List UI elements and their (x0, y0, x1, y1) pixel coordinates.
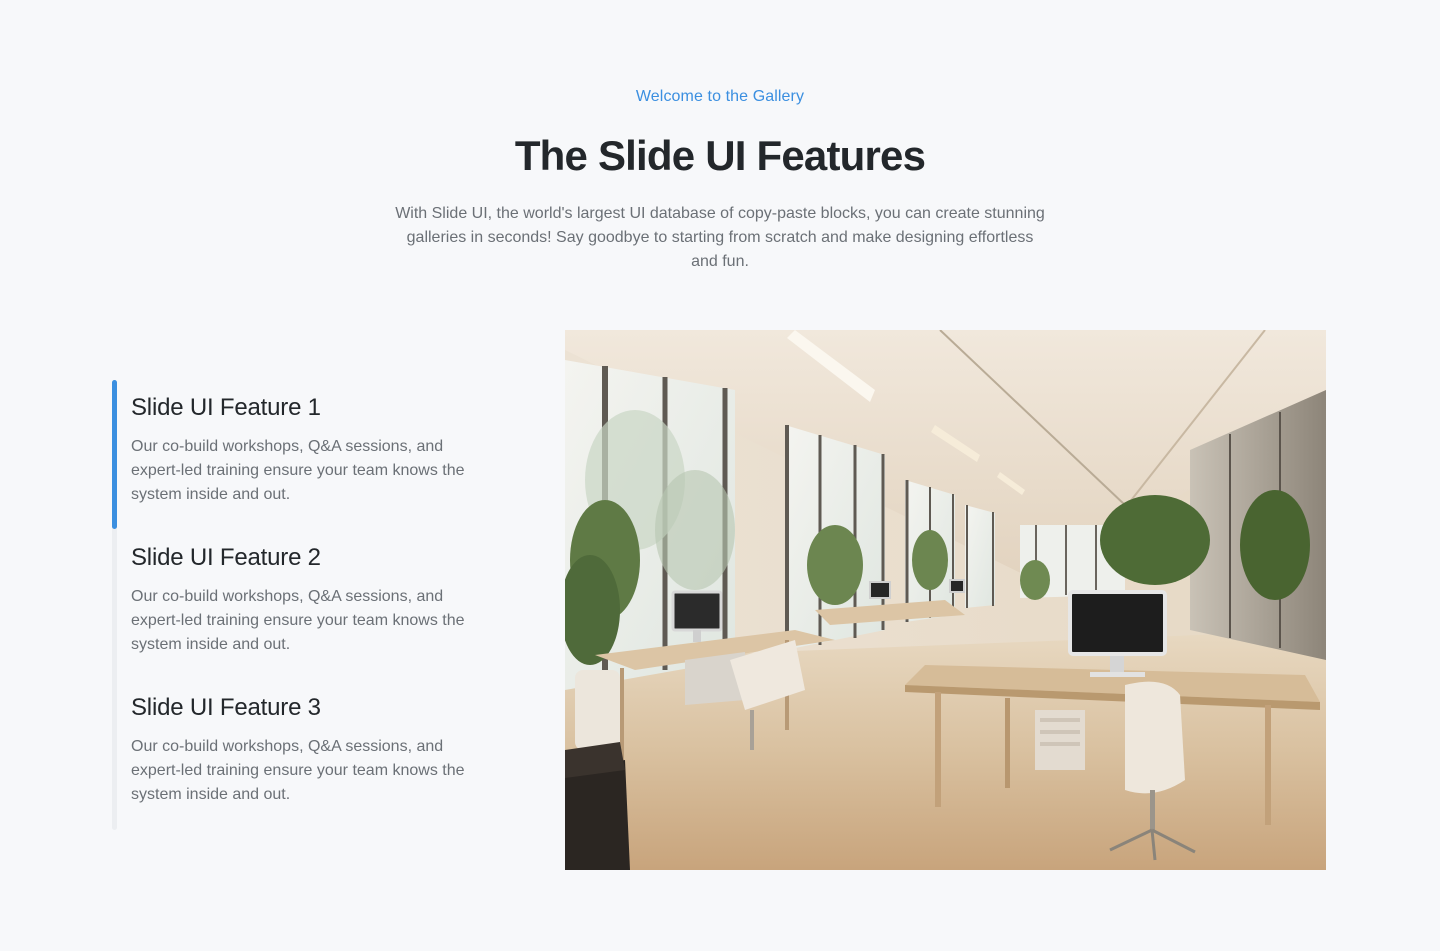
feature-item-1[interactable]: Slide UI Feature 1 Our co-build workshop… (131, 393, 491, 507)
gallery-section: Welcome to the Gallery The Slide UI Feat… (0, 0, 1440, 951)
page-subtitle: With Slide UI, the world's largest UI da… (395, 205, 1045, 270)
feature-list: Slide UI Feature 1 Our co-build workshop… (112, 380, 512, 830)
feature-active-indicator (112, 380, 117, 529)
section-header: Welcome to the Gallery The Slide UI Feat… (0, 86, 1440, 274)
feature-description: Our co-build workshops, Q&A sessions, an… (131, 588, 465, 653)
feature-title: Slide UI Feature 3 (131, 694, 321, 721)
feature-description: Our co-build workshops, Q&A sessions, an… (131, 738, 465, 803)
page-title: The Slide UI Features (514, 132, 926, 179)
feature-title: Slide UI Feature 2 (131, 544, 321, 571)
feature-title: Slide UI Feature 1 (131, 394, 321, 421)
feature-item-2[interactable]: Slide UI Feature 2 Our co-build workshop… (131, 543, 491, 657)
eyebrow-label: Welcome to the Gallery (635, 88, 805, 105)
office-interior-photo (565, 330, 1326, 870)
feature-description: Our co-build workshops, Q&A sessions, an… (131, 438, 465, 503)
feature-item-3[interactable]: Slide UI Feature 3 Our co-build workshop… (131, 693, 491, 807)
